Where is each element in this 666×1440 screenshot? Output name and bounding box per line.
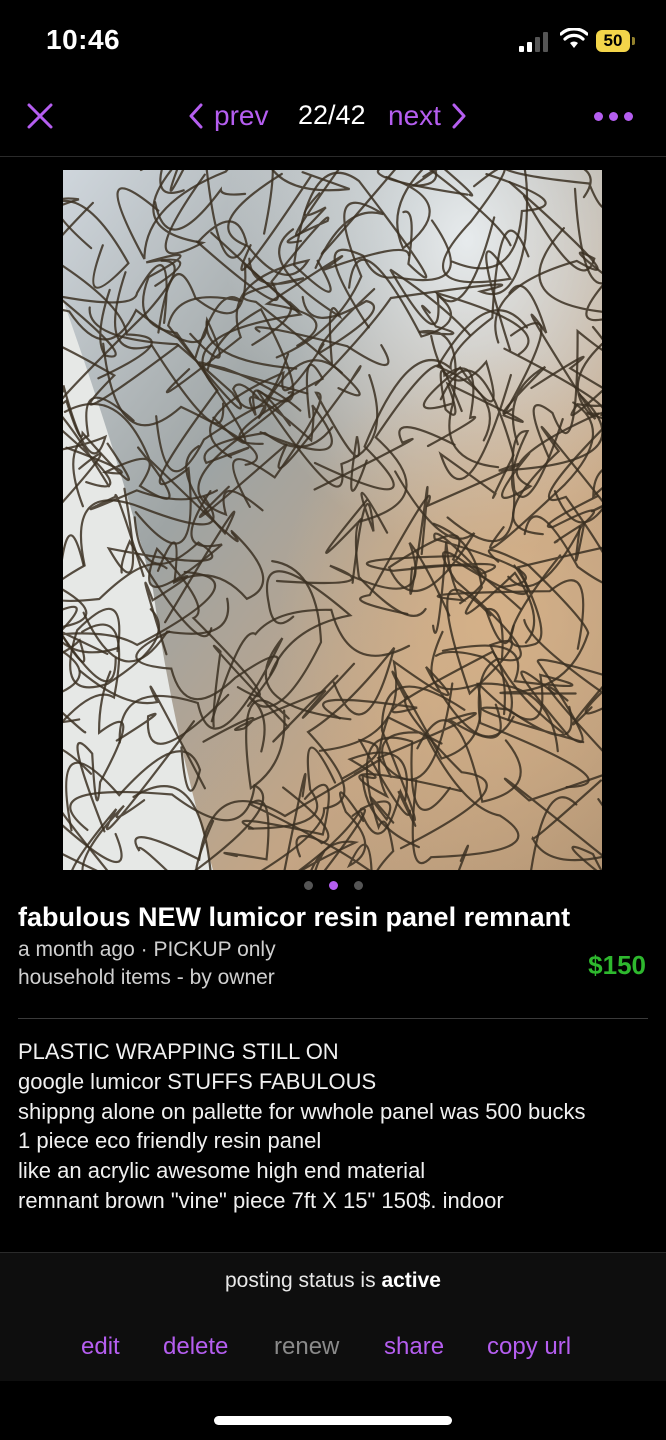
image-counter: 22/42: [298, 100, 366, 130]
status-time: 10:46: [46, 24, 121, 55]
posting-status-prefix: posting status is: [225, 1269, 376, 1292]
more-dots-icon: [594, 111, 603, 121]
delete-button[interactable]: delete: [163, 1333, 228, 1361]
next-label: next: [388, 100, 441, 131]
footer-actions: edit delete renew share copy url: [0, 1333, 666, 1365]
chevron-left-icon: [189, 103, 203, 129]
resin-panel-image: [63, 170, 602, 870]
description-line: like an acrylic awesome high end materia…: [18, 1158, 426, 1184]
pager-dot-active[interactable]: [328, 880, 338, 890]
next-button[interactable]: next: [388, 98, 467, 134]
posting-status-value: active: [381, 1269, 441, 1292]
close-icon[interactable]: [22, 98, 58, 134]
footer-bar: posting status is active edit delete ren…: [0, 1252, 666, 1381]
posting-status: posting status is active: [0, 1269, 666, 1293]
delivery-option: PICKUP only: [153, 938, 276, 961]
listing-description: PLASTIC WRAPPING STILL ON google lumicor…: [18, 1037, 643, 1251]
home-indicator[interactable]: [214, 1416, 452, 1425]
listing-screen: 10:46 50 prev 22/42 next fabulous NEW lu…: [0, 0, 666, 1440]
listing-category: household items - by owner: [18, 966, 275, 989]
cellular-signal-icon: [519, 32, 548, 52]
prev-button[interactable]: prev: [188, 98, 268, 134]
more-options-button[interactable]: [594, 108, 638, 124]
copy-url-button[interactable]: copy url: [487, 1333, 571, 1361]
description-line: remnant brown "vine" piece 7ft X 15" 150…: [18, 1187, 504, 1213]
description-line: google lumicor STUFFS FABULOUS: [18, 1068, 377, 1094]
share-button[interactable]: share: [384, 1333, 444, 1361]
prev-label: prev: [214, 100, 269, 131]
listing-price: $150: [588, 950, 646, 980]
chevron-right-icon: [452, 103, 466, 129]
renew-button[interactable]: renew: [274, 1333, 339, 1361]
status-bar: 10:46 50: [0, 0, 666, 80]
gallery-pager: [0, 878, 666, 892]
posted-time: a month ago: [18, 938, 135, 961]
pager-dot[interactable]: [353, 880, 363, 890]
wifi-icon: [560, 28, 588, 48]
battery-icon: 50: [596, 30, 636, 52]
listing-photo[interactable]: [63, 170, 602, 870]
description-line: shippng alone on pallette for wwhole pan…: [18, 1098, 586, 1124]
battery-level: 50: [596, 30, 630, 52]
navigation-bar: prev 22/42 next: [0, 80, 666, 157]
description-line: PLASTIC WRAPPING STILL ON: [18, 1039, 339, 1064]
description-line: 1 piece eco friendly resin panel: [18, 1128, 322, 1154]
edit-button[interactable]: edit: [81, 1333, 120, 1361]
listing-meta: a month ago · PICKUP only: [18, 938, 276, 961]
divider: [18, 1018, 648, 1019]
listing-title: fabulous NEW lumicor resin panel remnant: [18, 902, 571, 932]
pager-dot[interactable]: [303, 880, 313, 890]
